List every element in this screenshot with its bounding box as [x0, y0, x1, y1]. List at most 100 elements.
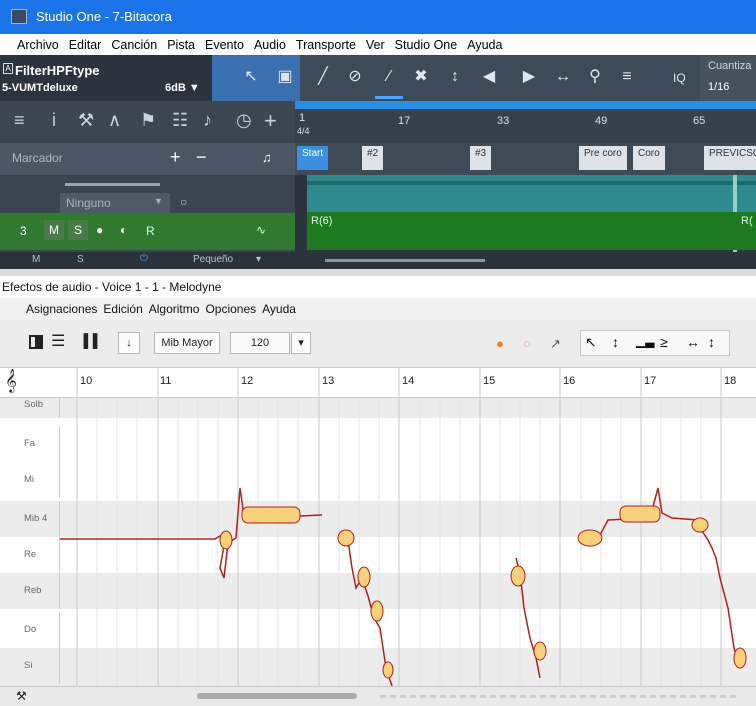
pencil-tool-icon[interactable]: ╱: [312, 66, 334, 88]
timeline-ruler[interactable]: 1 4/4 17 33 49 65: [295, 101, 756, 143]
menu-ayuda[interactable]: Ayuda: [262, 302, 296, 316]
menu-edicion[interactable]: Edición: [103, 302, 142, 316]
tempo-field[interactable]: 120: [230, 332, 290, 354]
add-track-icon[interactable]: +: [264, 108, 277, 134]
loop-bar[interactable]: [295, 101, 756, 109]
note-icon[interactable]: ♫: [262, 150, 272, 165]
chevron-down-icon[interactable]: ▾: [291, 332, 311, 354]
record-icon[interactable]: ●: [96, 223, 103, 237]
piano-icon[interactable]: ♪: [203, 110, 212, 131]
volume-fader[interactable]: [65, 183, 160, 186]
audio-clip-teal[interactable]: [307, 175, 756, 212]
formant-tool-icon[interactable]: ▁▃: [636, 334, 654, 348]
add-marker-button[interactable]: +: [170, 147, 181, 168]
split-tool-icon[interactable]: ↕: [444, 66, 466, 88]
mixer-icon[interactable]: ☷: [172, 110, 188, 131]
panel-divider[interactable]: [0, 269, 756, 276]
send-dropdown[interactable]: Ninguno ▼: [60, 193, 170, 213]
bars-icon[interactable]: ▐▐: [79, 333, 97, 348]
active-tool-indicator: [375, 96, 403, 99]
track-info-panel: A FilterHPFtype 5-VUMTdeluxe 6dB ▼: [0, 55, 212, 101]
iq-button[interactable]: IQ: [673, 71, 686, 85]
split-tool-icon[interactable]: ↕: [708, 334, 715, 350]
menu-asignaciones[interactable]: Asignaciones: [26, 302, 97, 316]
clip-label: R(: [741, 215, 753, 227]
track-size-dropdown[interactable]: Pequeño: [193, 254, 233, 265]
scale-button[interactable]: Mib Mayor: [154, 332, 220, 354]
menu-ver[interactable]: Ver: [366, 38, 385, 52]
blob-tool-icon[interactable]: ●: [496, 336, 504, 351]
menu-pista[interactable]: Pista: [167, 38, 195, 52]
power-icon[interactable]: ⏻: [140, 253, 148, 264]
solo-button[interactable]: S: [68, 220, 88, 240]
title-bar: Studio One - 7-Bitacora: [0, 0, 756, 34]
horizontal-scrollbar[interactable]: [325, 259, 485, 262]
menu-evento[interactable]: Evento: [205, 38, 244, 52]
mute-button[interactable]: M: [44, 220, 64, 240]
mute-tool-icon[interactable]: ✖: [410, 66, 432, 88]
monitor-icon[interactable]: ◐: [120, 223, 127, 237]
marker[interactable]: Pre coro: [579, 146, 627, 170]
clip-label: R(6): [311, 215, 333, 227]
chevron-down-icon: ▼: [154, 196, 163, 206]
chevron-down-icon[interactable]: ▾: [256, 254, 261, 265]
horizontal-scrollbar[interactable]: [197, 693, 357, 699]
info-icon[interactable]: i: [52, 110, 56, 131]
waveform-icon[interactable]: ∿: [256, 223, 266, 237]
menu-cancion[interactable]: Canción: [111, 38, 157, 52]
range-tool-icon[interactable]: ▣: [274, 66, 296, 88]
menu-algoritmo[interactable]: Algoritmo: [149, 302, 200, 316]
panel-toggle-icon[interactable]: [29, 335, 43, 349]
snap-tool-icon[interactable]: ≡: [616, 66, 638, 88]
menu-studio-one[interactable]: Studio One: [395, 38, 458, 52]
blob-outline-icon[interactable]: ○: [523, 336, 531, 351]
send-value: Ninguno: [66, 196, 111, 210]
menu-archivo[interactable]: Archivo: [17, 38, 59, 52]
bar-label: 33: [497, 115, 510, 127]
marker[interactable]: Coro: [633, 146, 665, 170]
menu-ayuda[interactable]: Ayuda: [467, 38, 502, 52]
timestretch-tool-icon[interactable]: ↔: [552, 66, 574, 88]
menu-transporte[interactable]: Transporte: [296, 38, 356, 52]
amplitude-tool-icon[interactable]: ≥: [660, 334, 668, 350]
marker[interactable]: PREVICSO: [704, 146, 756, 170]
paint-tool-icon[interactable]: ∕: [378, 66, 400, 88]
arrow-tool-icon[interactable]: ↖: [240, 66, 262, 88]
footer-m[interactable]: M: [32, 254, 40, 265]
circle-icon[interactable]: ○: [180, 195, 187, 209]
quantize-value: 1/16: [708, 81, 730, 93]
fx-window-title: Efectos de audio - Voice 1 - 1 - Melodyn…: [0, 276, 756, 298]
menu-opciones[interactable]: Opciones: [205, 302, 256, 316]
list-icon[interactable]: ≡: [14, 110, 25, 131]
pointer-tool-icon[interactable]: ↖: [585, 334, 597, 351]
pitch-tool-icon[interactable]: ↕: [612, 334, 619, 350]
eraser-tool-icon[interactable]: ⊘: [344, 66, 366, 88]
marker[interactable]: Start: [297, 146, 329, 170]
timing-tool-icon[interactable]: ↔: [686, 334, 700, 350]
menu-editar[interactable]: Editar: [69, 38, 102, 52]
menu-audio[interactable]: Audio: [254, 38, 286, 52]
remove-marker-button[interactable]: −: [196, 147, 207, 168]
tuning-fork-icon[interactable]: ↓: [118, 332, 140, 354]
notes-overlay: [60, 368, 747, 686]
note-overview-strip: [380, 695, 740, 698]
melodyne-statusbar: ⚒: [0, 686, 756, 706]
plugin-name[interactable]: FilterHPFtype: [15, 63, 100, 78]
clock-icon[interactable]: ◷: [236, 110, 252, 131]
quantize-box[interactable]: Cuantiza 1/16: [700, 55, 756, 101]
marker[interactable]: #3: [470, 146, 492, 170]
bend-tool-icon[interactable]: ▶: [518, 66, 540, 88]
wrench-icon[interactable]: ⚒: [78, 110, 94, 131]
listen-tool-icon[interactable]: ◀: [478, 66, 500, 88]
tools-icon[interactable]: ⚒: [16, 689, 27, 703]
audio-clip-green[interactable]: R(6) R(: [307, 212, 756, 250]
mixer-sliders-icon[interactable]: ☰: [51, 331, 65, 351]
sibilant-icon[interactable]: ↗: [550, 336, 561, 352]
flag-icon[interactable]: ⚑: [140, 110, 156, 131]
gain-dropdown[interactable]: 6dB ▼: [165, 82, 200, 94]
footer-s[interactable]: S: [77, 254, 84, 265]
automation-icon[interactable]: ∧: [108, 110, 121, 131]
zoom-tool-icon[interactable]: ⚲: [584, 66, 606, 88]
read-button[interactable]: R: [146, 224, 155, 238]
marker[interactable]: #2: [362, 146, 384, 170]
